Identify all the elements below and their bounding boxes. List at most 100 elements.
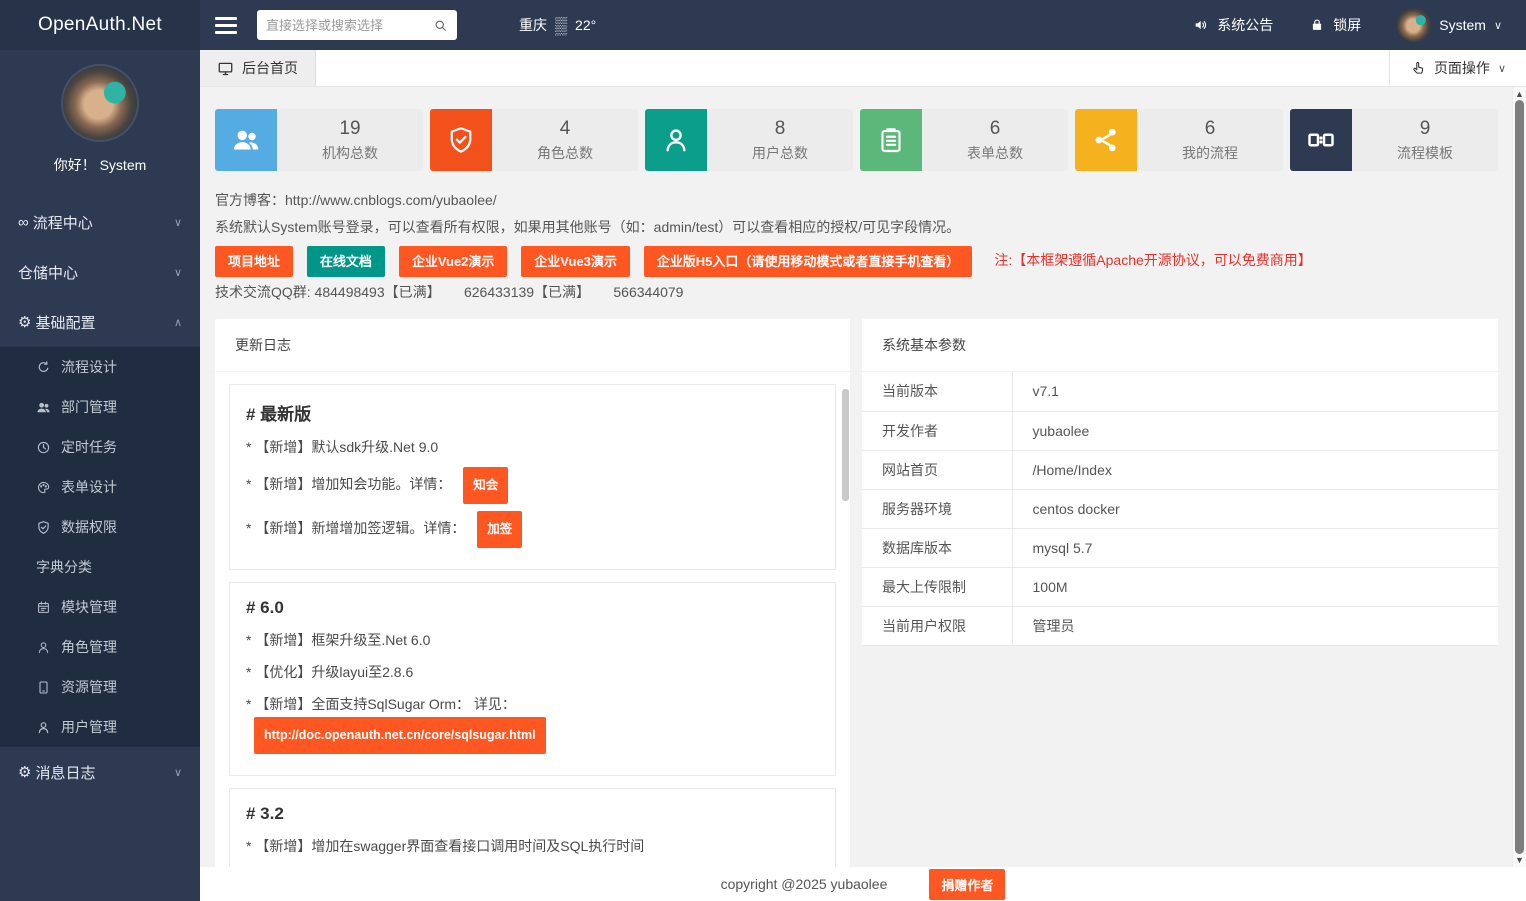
tab-bar: 后台首页 页面操作 ∨ <box>200 50 1526 87</box>
param-label: 数据库版本 <box>862 528 1012 567</box>
sidebar-item-warehouse-center[interactable]: 仓储中心 ∨ <box>0 247 200 297</box>
sidebar-item-role-manage[interactable]: 角色管理 <box>0 627 200 667</box>
clipboard-icon <box>860 109 922 171</box>
sidebar-submenu: 流程设计 部门管理 定时任务 表单设计 <box>0 347 200 747</box>
sidebar-item-timer-task[interactable]: 定时任务 <box>0 427 200 467</box>
stat-card[interactable]: 6 表单总数 <box>860 109 1068 171</box>
changelog-panel: 更新日志 # 最新版 * 【新增】默认sdk升级.Net 9.0 <box>215 319 850 867</box>
param-value: centos docker <box>1012 489 1498 528</box>
chevron-down-icon: ∨ <box>174 766 182 779</box>
donate-button[interactable]: 捐赠作者 <box>929 869 1005 900</box>
person-outline-icon <box>36 640 52 655</box>
submenu-label: 数据权限 <box>61 517 117 537</box>
tab-home[interactable]: 后台首页 <box>200 50 316 86</box>
stat-card[interactable]: 9 流程模板 <box>1290 109 1498 171</box>
quick-link-buttons: 项目地址 在线文档 企业Vue2演示 企业Vue3演示 企业版H5入口（请使用移… <box>215 250 1498 270</box>
system-params-table: 当前版本 v7.1 开发作者 yubaolee 网站首页 <box>862 372 1498 646</box>
shield-check-icon <box>36 520 52 535</box>
sidebar-item-dept-manage[interactable]: 部门管理 <box>0 387 200 427</box>
changelog-item: * 【新增】新增增加签逻辑。详情： 加签 <box>246 511 819 548</box>
sidebar-item-dict-category[interactable]: 字典分类 <box>0 547 200 587</box>
menu-toggle-icon[interactable] <box>215 17 237 34</box>
copyright-text: copyright @2025 yubaolee <box>721 876 888 892</box>
stat-label: 角色总数 <box>537 143 593 163</box>
announcement-button[interactable]: 系统公告 <box>1193 15 1273 35</box>
submenu-label: 字典分类 <box>36 557 92 577</box>
stat-value: 6 <box>1205 118 1216 140</box>
tablet-icon <box>36 680 52 695</box>
menu-label: 消息日志 <box>35 762 95 783</box>
param-value: yubaolee <box>1012 411 1498 450</box>
param-label: 服务器环境 <box>862 489 1012 528</box>
param-value: 管理员 <box>1012 606 1498 645</box>
sidebar-item-resource-manage[interactable]: 资源管理 <box>0 667 200 707</box>
search-input[interactable] <box>266 18 433 33</box>
sidebar-menu: ∞ 流程中心 ∨ 仓储中心 ∨ ⚙ 基础配置 ∧ <box>0 197 200 347</box>
user-menu[interactable]: System ∨ <box>1397 8 1502 42</box>
weather-widget: 重庆 ▒ 22° <box>519 15 596 35</box>
param-value: v7.1 <box>1012 372 1498 411</box>
stat-card[interactable]: 4 角色总数 <box>430 109 638 171</box>
stat-value: 6 <box>990 118 1001 140</box>
stat-label: 表单总数 <box>967 143 1023 163</box>
changelog-item: * 【新增】默认sdk升级.Net 9.0 <box>246 435 819 460</box>
license-note: 注:【本框架遵循Apache开源协议，可以免费商用】 <box>994 250 1311 270</box>
person-icon <box>645 109 707 171</box>
sidebar-item-flow-design[interactable]: 流程设计 <box>0 347 200 387</box>
stat-card[interactable]: 8 用户总数 <box>645 109 853 171</box>
stat-card[interactable]: 19 机构总数 <box>215 109 423 171</box>
vertical-scrollbar[interactable]: ▲ ▼ <box>1512 87 1526 867</box>
quick-link-button[interactable]: 企业版H5入口（请使用移动模式或者直接手机查看） <box>644 246 973 277</box>
username: System <box>1439 17 1486 33</box>
chevron-icon: ∨ <box>174 266 182 279</box>
quick-link-button[interactable]: 在线文档 <box>307 246 385 277</box>
chevron-down-icon: ∨ <box>1498 62 1506 75</box>
sidebar-item-module-manage[interactable]: 模块管理 <box>0 587 200 627</box>
users-icon <box>36 400 52 415</box>
scroll-down-arrow-icon[interactable]: ▼ <box>1513 853 1526 867</box>
sidebar-item-base-config[interactable]: ⚙ 基础配置 ∧ <box>0 297 200 347</box>
page-actions-dropdown[interactable]: 页面操作 ∨ <box>1389 50 1526 86</box>
param-label: 最大上传限制 <box>862 567 1012 606</box>
scrollbar-thumb[interactable] <box>1515 100 1524 854</box>
sidebar-item-message-log[interactable]: ⚙ 消息日志 ∨ <box>0 747 200 797</box>
weather-city: 重庆 <box>519 15 547 35</box>
changelog-item: * 【新增】增加在swagger界面查看接口调用时间及SQL执行时间 <box>246 834 819 859</box>
avatar[interactable] <box>63 66 137 140</box>
changelog-section-title: # 最新版 <box>246 400 819 425</box>
stat-value: 9 <box>1420 118 1431 140</box>
quick-link-button[interactable]: 企业Vue3演示 <box>521 246 630 277</box>
stat-card[interactable]: 6 我的流程 <box>1075 109 1283 171</box>
login-tip-text: 系统默认System账号登录，可以查看所有权限，如果用其他账号（如：admin/… <box>215 214 1498 241</box>
search-icon[interactable] <box>433 18 448 33</box>
scroll-up-arrow-icon[interactable]: ▲ <box>1513 87 1526 101</box>
sidebar-item-user-manage[interactable]: 用户管理 <box>0 707 200 747</box>
changelog-item: * 【新增】全面支持SqlSugar Orm： 详见： http://doc.o… <box>246 692 819 754</box>
quick-link-button[interactable]: 企业Vue2演示 <box>399 246 508 277</box>
sidebar-item-form-design[interactable]: 表单设计 <box>0 467 200 507</box>
chevron-icon: ∨ <box>174 216 182 229</box>
sidebar-item-data-permission[interactable]: 数据权限 <box>0 507 200 547</box>
param-label: 网站首页 <box>862 450 1012 489</box>
lock-icon <box>1309 17 1325 33</box>
refresh-icon <box>36 360 52 375</box>
global-search <box>257 10 457 40</box>
menu-label: 基础配置 <box>35 312 95 333</box>
changelog-link-button[interactable]: 加签 <box>477 511 522 548</box>
lock-screen-button[interactable]: 锁屏 <box>1309 15 1361 35</box>
avatar <box>1397 8 1431 42</box>
changelog-section-title: # 6.0 <box>246 598 819 618</box>
stat-label: 我的流程 <box>1182 143 1238 163</box>
changelog-scrollbar-thumb[interactable] <box>842 389 849 501</box>
changelog-link-button[interactable]: http://doc.openauth.net.cn/core/sqlsugar… <box>254 717 546 754</box>
module-icon <box>36 600 52 615</box>
sidebar-item-process-center[interactable]: ∞ 流程中心 ∨ <box>0 197 200 247</box>
table-row: 网站首页 /Home/Index <box>862 450 1498 489</box>
changelog-link-button[interactable]: 知会 <box>463 467 508 504</box>
changelog-section: # 6.0 * 【新增】框架升级至.Net 6.0 <box>229 582 836 776</box>
table-row: 服务器环境 centos docker <box>862 489 1498 528</box>
top-bar: OpenAuth.Net 重庆 ▒ 22° 系统公告 锁屏 System ∨ <box>0 0 1526 50</box>
submenu-label: 流程设计 <box>61 357 117 377</box>
clock-icon <box>36 440 52 455</box>
quick-link-button[interactable]: 项目地址 <box>215 246 293 277</box>
